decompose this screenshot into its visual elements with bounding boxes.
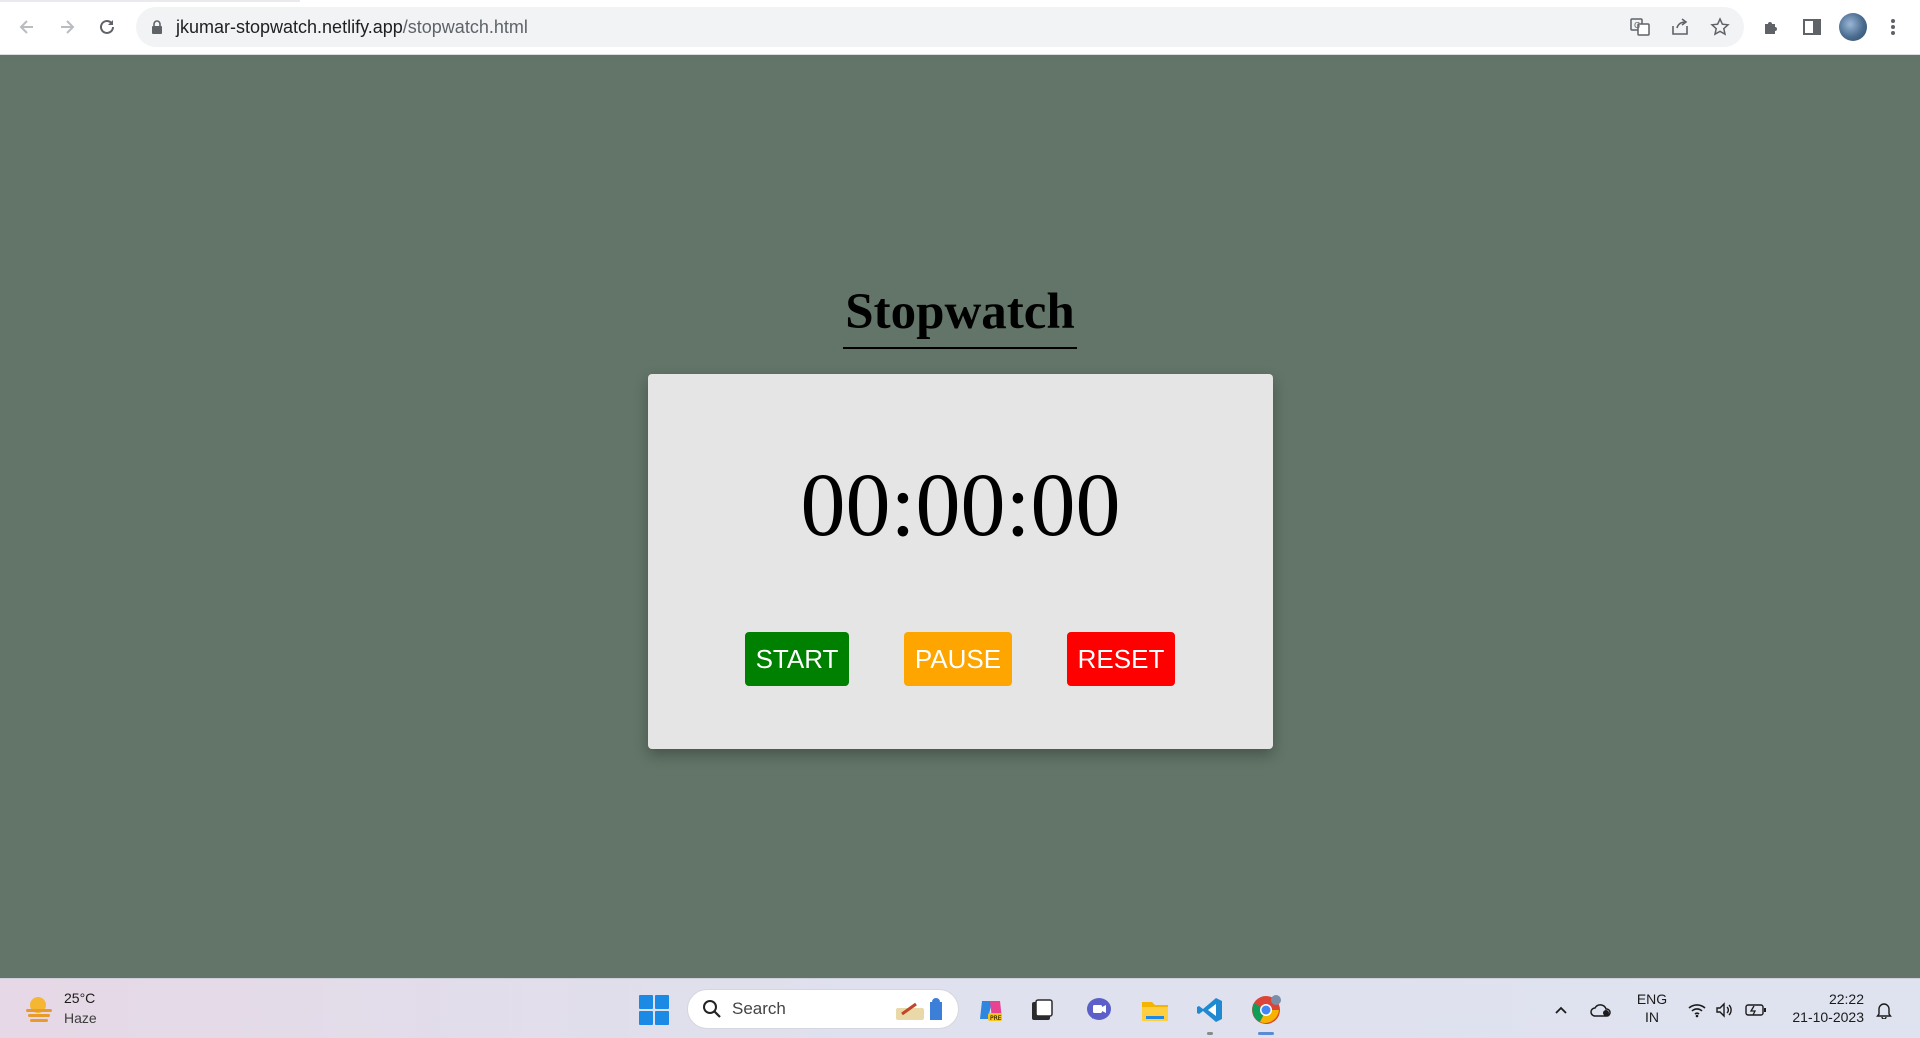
windows-start-icon[interactable] — [639, 995, 669, 1025]
weather-condition[interactable]: Haze — [64, 1010, 97, 1026]
page-title: Stopwatch — [843, 283, 1077, 349]
svg-text:G: G — [1634, 21, 1640, 30]
browser-toolbar: jkumar-stopwatch.netlify.app/stopwatch.h… — [0, 0, 1920, 55]
weather-temperature[interactable]: 25°C — [64, 990, 95, 1006]
forward-arrow-icon[interactable] — [51, 11, 83, 43]
taskbar-search[interactable]: Search — [687, 989, 959, 1029]
clock-time: 22:22 — [1828, 991, 1864, 1007]
language-region: IN — [1645, 1009, 1659, 1025]
url-path: /stopwatch.html — [402, 17, 528, 37]
input-language-indicator[interactable]: ENG IN — [1632, 990, 1672, 1026]
bookmark-star-icon[interactable] — [1708, 15, 1732, 39]
url-host: jkumar-stopwatch.netlify.app — [176, 17, 403, 37]
chrome-icon[interactable] — [1249, 993, 1283, 1035]
profile-avatar[interactable] — [1839, 13, 1867, 41]
notifications-bell-icon[interactable] — [1873, 999, 1895, 1021]
pause-button[interactable]: PAUSE — [904, 632, 1012, 686]
address-bar[interactable]: jkumar-stopwatch.netlify.app/stopwatch.h… — [136, 7, 1744, 47]
start-button[interactable]: START — [745, 632, 849, 686]
wifi-icon[interactable] — [1686, 999, 1708, 1021]
teams-chat-icon[interactable] — [1082, 993, 1116, 1027]
volume-icon[interactable] — [1714, 999, 1736, 1021]
battery-icon[interactable] — [1745, 999, 1767, 1021]
show-hidden-icons-chevron-icon[interactable] — [1550, 999, 1572, 1021]
clock[interactable]: 22:22 21-10-2023 — [1784, 990, 1864, 1026]
time-display: 00:00:00 — [800, 456, 1121, 555]
onedrive-sync-icon[interactable] — [1590, 999, 1612, 1021]
url-text[interactable]: jkumar-stopwatch.netlify.app/stopwatch.h… — [176, 7, 528, 47]
vscode-icon[interactable] — [1193, 993, 1227, 1035]
clock-date: 21-10-2023 — [1792, 1009, 1864, 1025]
search-highlight-icon — [896, 998, 942, 1020]
file-explorer-icon[interactable] — [1138, 993, 1172, 1027]
lock-icon[interactable] — [150, 20, 164, 34]
taskbar: 25°C Haze Search PRE ENG IN 22:22 21-10-… — [0, 978, 1920, 1038]
reset-button[interactable]: RESET — [1067, 632, 1175, 686]
stopwatch-card: 00:00:00 START PAUSE RESET — [648, 374, 1273, 749]
copilot-icon[interactable]: PRE — [974, 993, 1008, 1027]
task-view-icon[interactable] — [1025, 993, 1059, 1027]
translate-icon[interactable]: G — [1628, 15, 1652, 39]
page-title-wrap: Stopwatch — [0, 283, 1920, 349]
tab-strip-edge — [0, 0, 300, 2]
search-icon — [703, 1000, 721, 1018]
search-label: Search — [732, 999, 786, 1018]
side-panel-icon[interactable] — [1798, 13, 1826, 41]
share-icon[interactable] — [1668, 15, 1692, 39]
more-menu-icon[interactable] — [1879, 13, 1907, 41]
back-arrow-icon[interactable] — [11, 11, 43, 43]
language-code: ENG — [1636, 991, 1668, 1007]
svg-text:PRE: PRE — [990, 1015, 1002, 1022]
reload-icon[interactable] — [91, 11, 123, 43]
extensions-icon[interactable] — [1757, 13, 1785, 41]
weather-haze-icon[interactable] — [24, 995, 54, 1023]
